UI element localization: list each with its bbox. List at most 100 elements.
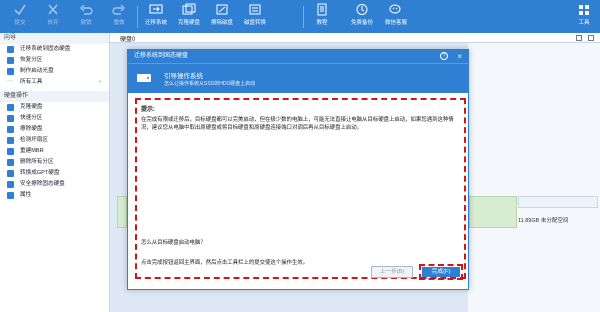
help-icon[interactable]: ? <box>440 52 448 60</box>
tools-icon <box>579 5 589 15</box>
wipe-disk-label: 擦除磁盘 <box>210 20 233 26</box>
close-icon[interactable]: × <box>457 50 462 63</box>
redo-label: 重做 <box>113 20 125 26</box>
tools-button[interactable]: 工具 <box>568 3 600 26</box>
undo-button[interactable]: 撤销 <box>70 3 102 26</box>
convert-icon <box>7 170 14 177</box>
bad-sector-icon <box>7 137 14 144</box>
wizard-section-header: 向导 <box>0 33 109 44</box>
sidebar-item-label: 转换成GPT硬盘 <box>20 170 60 176</box>
sidebar-item-rebuild-mbr[interactable]: 重建MBR <box>0 146 109 157</box>
migrate-os-dialog: 迁移系统到固态硬盘 ? × 引导操作系统 怎么让操作系统从SSD的HDD硬盘上启… <box>127 49 469 290</box>
dialog-header-title: 引导操作系统 <box>164 73 203 80</box>
tutorial-button[interactable]: 教程 <box>306 3 338 26</box>
redo-icon <box>112 4 125 15</box>
sidebar-item-recover-partition[interactable]: 恢复分区 <box>0 55 109 66</box>
migrate-os-icon <box>7 46 14 53</box>
wechat-service-button[interactable]: 微信客服 <box>380 3 412 26</box>
disk-convert-label: 磁盘转换 <box>243 20 266 26</box>
sidebar-item-quick-partition[interactable]: 快速分区 <box>0 113 109 124</box>
ellipsis-icon: ⋯ <box>7 79 13 85</box>
partition-block[interactable] <box>469 196 517 228</box>
free-backup-button[interactable]: 免费备份 <box>346 3 378 26</box>
sidebar-item-label: 迁移系统到固态硬盘 <box>20 46 71 52</box>
sidebar-item-label: 属性 <box>20 192 32 198</box>
clone-disk-label: 克隆硬盘 <box>177 20 200 26</box>
unallocated-space-label: 11.89GB 未分配空间 <box>518 218 569 224</box>
delete-icon <box>7 159 14 166</box>
discard-icon <box>48 4 58 15</box>
toolbar-divider <box>303 6 304 28</box>
discard-label: 放弃 <box>47 20 59 26</box>
disc-icon <box>7 68 14 75</box>
restore-icon[interactable] <box>576 35 582 41</box>
sidebar-item-convert-gpt[interactable]: 转换成GPT硬盘 <box>0 168 109 179</box>
maximize-icon[interactable] <box>588 35 594 41</box>
sidebar-item-label: 制作启动光盘 <box>20 68 54 74</box>
sidebar-item-migrate-os[interactable]: 迁移系统到固态硬盘 <box>0 44 109 55</box>
sidebar-item-secure-erase-ssd[interactable]: 安全擦除固态硬盘 <box>0 179 109 190</box>
boot-question: 怎么从目标硬盘启动电脑？ <box>141 240 206 246</box>
redo-button[interactable]: 重做 <box>103 3 135 26</box>
sidebar-item-properties[interactable]: 属性 <box>0 190 109 201</box>
wechat-icon <box>389 4 401 14</box>
sidebar-item-label: 恢复分区 <box>20 57 43 63</box>
dialog-header: 引导操作系统 怎么让操作系统从SSD的HDD硬盘上启动 <box>128 63 468 93</box>
sidebar-item-label: 删除所有分区 <box>20 159 54 165</box>
dialog-title: 迁移系统到固态硬盘 <box>134 53 189 59</box>
properties-icon <box>7 192 14 199</box>
discard-button[interactable]: 放弃 <box>37 3 69 26</box>
sidebar-item-label: 擦除硬盘 <box>20 126 43 132</box>
disk-section-header: 硬盘操作 <box>0 91 109 102</box>
finish-instruction: 点击完成按钮返回主界面，然后点击工具栏上的提交使这个操作生效。 <box>141 260 309 266</box>
sidebar-item-label: 所有工具 <box>20 79 43 85</box>
clone-disk-icon <box>182 3 196 15</box>
sidebar-item-label: 重建MBR <box>20 148 44 154</box>
previous-button[interactable]: 上一步(B) <box>371 266 413 278</box>
sidebar-item-clone-disk[interactable]: 克隆硬盘 <box>0 102 109 113</box>
hint-heading: 提示: <box>141 107 155 113</box>
sidebar-item-label: 快速分区 <box>20 115 43 121</box>
clone-disk-icon <box>7 104 14 111</box>
wipe-disk-button[interactable]: 擦除磁盘 <box>206 3 238 26</box>
sidebar-item-wipe-disk[interactable]: 擦除硬盘 <box>0 124 109 135</box>
sidebar-item-bad-sector-check[interactable]: 检测坏扇区 <box>0 135 109 146</box>
wechat-service-label: 微信客服 <box>384 20 407 26</box>
toolbar: 提交 放弃 撤销 重做 迁移系统 克隆硬盘 擦除磁盘 磁盘转换 教程 免费备份 … <box>0 0 600 33</box>
disk-map-panel <box>468 43 600 312</box>
free-backup-label: 免费备份 <box>350 20 373 26</box>
sidebar-item-bootable-media[interactable]: 制作启动光盘 <box>0 66 109 77</box>
wipe-disk-icon <box>7 126 14 133</box>
mbr-icon <box>7 148 14 155</box>
disk-label: 硬盘0 <box>120 37 136 43</box>
tutorial-icon <box>317 3 327 16</box>
disk-convert-button[interactable]: 磁盘转换 <box>239 3 271 26</box>
chevron-right-icon: › <box>99 79 101 85</box>
sidebar-item-label: 安全擦除固态硬盘 <box>20 181 65 187</box>
quick-partition-icon <box>7 115 14 122</box>
migrate-os-button[interactable]: 迁移系统 <box>140 3 172 26</box>
sidebar-item-label: 克隆硬盘 <box>20 104 43 110</box>
submit-button[interactable]: 提交 <box>4 3 36 26</box>
sidebar-item-all-tools[interactable]: ⋯ 所有工具 › <box>0 77 109 88</box>
dialog-titlebar: 迁移系统到固态硬盘 ? × <box>128 50 468 63</box>
migrate-os-icon <box>149 4 163 14</box>
sidebar-item-delete-all-partitions[interactable]: 删除所有分区 <box>0 157 109 168</box>
toolbar-divider <box>137 6 138 28</box>
unallocated-block[interactable] <box>518 196 598 208</box>
partition-block-left[interactable] <box>117 196 127 228</box>
ssd-erase-icon <box>7 181 14 188</box>
finish-button[interactable]: 完成(F) <box>422 267 460 277</box>
disk-header-bar: 硬盘0 <box>110 33 600 43</box>
clone-disk-button[interactable]: 克隆硬盘 <box>173 3 205 26</box>
sidebar-item-label: 检测坏扇区 <box>20 137 48 143</box>
finish-button-highlight: 完成(F) <box>419 264 463 280</box>
migrate-os-label: 迁移系统 <box>144 20 167 26</box>
hard-drive-icon <box>137 74 151 82</box>
tutorial-label: 教程 <box>316 20 328 26</box>
submit-label: 提交 <box>14 20 26 26</box>
undo-icon <box>80 4 93 15</box>
sidebar: 向导 迁移系统到固态硬盘 恢复分区 制作启动光盘 ⋯ 所有工具 › 硬盘操作 克隆硬… <box>0 33 110 312</box>
recover-partition-icon <box>7 57 14 64</box>
hint-text: 在完成有限或迁移后，目标硬盘都可以完美启动，但在极少数的电脑上，可能无法直接让电… <box>141 117 454 131</box>
